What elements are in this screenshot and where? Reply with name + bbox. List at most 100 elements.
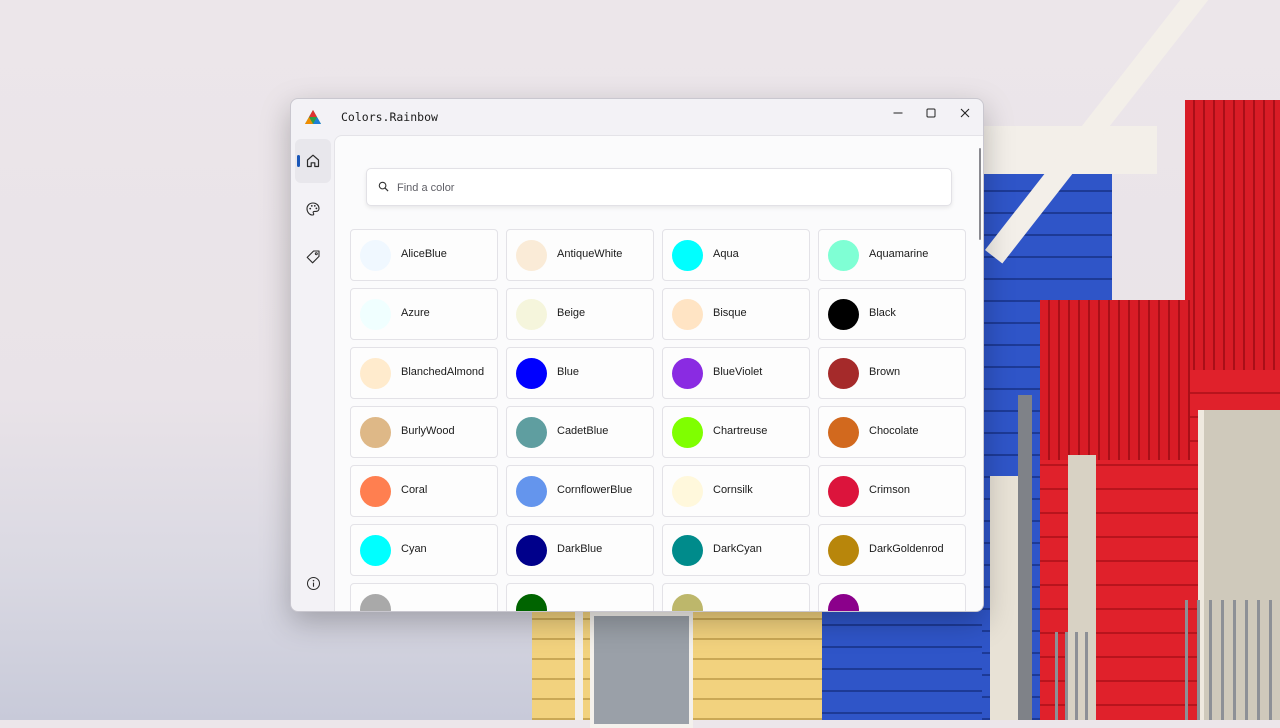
color-swatch — [828, 417, 859, 448]
color-swatch — [828, 594, 859, 611]
color-swatch — [360, 240, 391, 271]
color-swatch — [516, 535, 547, 566]
title-bar[interactable]: Colors.Rainbow — [291, 99, 983, 135]
color-name: AntiqueWhite — [557, 248, 623, 260]
color-card[interactable]: Brown — [818, 347, 966, 399]
color-swatch — [828, 358, 859, 389]
color-swatch — [672, 417, 703, 448]
color-card[interactable]: Cornsilk — [662, 465, 810, 517]
color-name: Brown — [869, 366, 901, 378]
color-swatch — [360, 594, 391, 611]
window-title: Colors.Rainbow — [341, 110, 438, 124]
color-name: BlanchedAlmond — [401, 366, 485, 378]
wallpaper-drainpipe — [1018, 395, 1032, 720]
color-swatch — [360, 476, 391, 507]
color-swatch — [360, 299, 391, 330]
close-icon — [960, 108, 970, 118]
color-name: DarkCyan — [713, 543, 762, 555]
color-card[interactable]: Beige — [506, 288, 654, 340]
color-swatch — [672, 358, 703, 389]
color-swatch — [672, 594, 703, 611]
color-card[interactable]: Crimson — [818, 465, 966, 517]
navigation-sidebar — [291, 135, 335, 611]
wallpaper-red-upper — [1040, 300, 1190, 460]
color-name: DarkBlue — [557, 543, 603, 555]
tag-icon — [306, 250, 320, 264]
color-card[interactable] — [506, 583, 654, 611]
color-swatch — [828, 299, 859, 330]
color-card[interactable]: DarkBlue — [506, 524, 654, 576]
main-content: AliceBlue AntiqueWhite Aqua Aquamarine Azure… — [334, 135, 983, 611]
color-name: Beige — [557, 307, 586, 319]
color-name: AliceBlue — [401, 248, 447, 260]
color-card[interactable]: Aqua — [662, 229, 810, 281]
color-swatch — [828, 535, 859, 566]
color-card[interactable]: Bisque — [662, 288, 810, 340]
color-card[interactable]: Chocolate — [818, 406, 966, 458]
nav-item-palette[interactable] — [295, 187, 331, 231]
color-card[interactable]: AliceBlue — [350, 229, 498, 281]
color-name: BurlyWood — [401, 425, 455, 437]
color-card[interactable]: Aquamarine — [818, 229, 966, 281]
color-name: CadetBlue — [557, 425, 609, 437]
color-card[interactable]: AntiqueWhite — [506, 229, 654, 281]
nav-item-tags[interactable] — [295, 235, 331, 279]
color-swatch — [672, 476, 703, 507]
home-icon — [306, 154, 320, 168]
color-name: Bisque — [713, 307, 747, 319]
color-swatch — [516, 476, 547, 507]
nav-item-about[interactable] — [295, 561, 331, 605]
color-name: Coral — [401, 484, 428, 496]
wallpaper-door-frame — [990, 476, 1020, 720]
color-card[interactable]: Chartreuse — [662, 406, 810, 458]
selection-indicator — [297, 155, 300, 167]
color-name: Chocolate — [869, 425, 919, 437]
color-card[interactable]: BurlyWood — [350, 406, 498, 458]
color-name: BlueViolet — [713, 366, 763, 378]
color-name: Crimson — [869, 484, 910, 496]
palette-icon — [306, 202, 320, 216]
nav-item-home[interactable] — [295, 139, 331, 183]
app-window: Colors.Rainbow Find a color AliceBlue An… — [290, 98, 984, 612]
close-button[interactable] — [948, 99, 982, 127]
search-icon — [378, 181, 389, 192]
color-name: Aqua — [713, 248, 739, 260]
search-box[interactable] — [366, 168, 952, 207]
maximize-button[interactable] — [914, 99, 948, 127]
color-swatch — [828, 240, 859, 271]
color-card[interactable] — [662, 583, 810, 611]
color-card[interactable]: DarkCyan — [662, 524, 810, 576]
color-name: DarkGoldenrod — [869, 543, 944, 555]
scrollbar[interactable] — [979, 148, 981, 240]
color-name: CornflowerBlue — [557, 484, 633, 496]
color-swatch — [672, 240, 703, 271]
wallpaper-railing-left — [1055, 632, 1095, 720]
info-icon — [306, 576, 320, 590]
color-swatch — [360, 417, 391, 448]
color-card[interactable]: Black — [818, 288, 966, 340]
color-name: Blue — [557, 366, 580, 378]
search-input[interactable] — [395, 169, 939, 207]
color-card[interactable]: Coral — [350, 465, 498, 517]
color-swatch — [516, 299, 547, 330]
color-swatch — [828, 476, 859, 507]
color-card[interactable]: CornflowerBlue — [506, 465, 654, 517]
color-card[interactable] — [350, 583, 498, 611]
color-card[interactable]: BlueViolet — [662, 347, 810, 399]
minimize-button[interactable] — [881, 99, 915, 127]
color-card[interactable]: Blue — [506, 347, 654, 399]
color-name: Cyan — [401, 543, 427, 555]
color-card[interactable]: CadetBlue — [506, 406, 654, 458]
maximize-icon — [926, 108, 936, 118]
color-card[interactable]: Cyan — [350, 524, 498, 576]
color-card[interactable] — [818, 583, 966, 611]
wallpaper-window — [590, 612, 693, 728]
color-card[interactable]: Azure — [350, 288, 498, 340]
color-name: Aquamarine — [869, 248, 929, 260]
color-swatch — [360, 535, 391, 566]
color-card[interactable]: DarkGoldenrod — [818, 524, 966, 576]
wallpaper-trim — [575, 600, 583, 720]
color-card[interactable]: BlanchedAlmond — [350, 347, 498, 399]
color-swatch — [672, 299, 703, 330]
color-swatch — [516, 240, 547, 271]
